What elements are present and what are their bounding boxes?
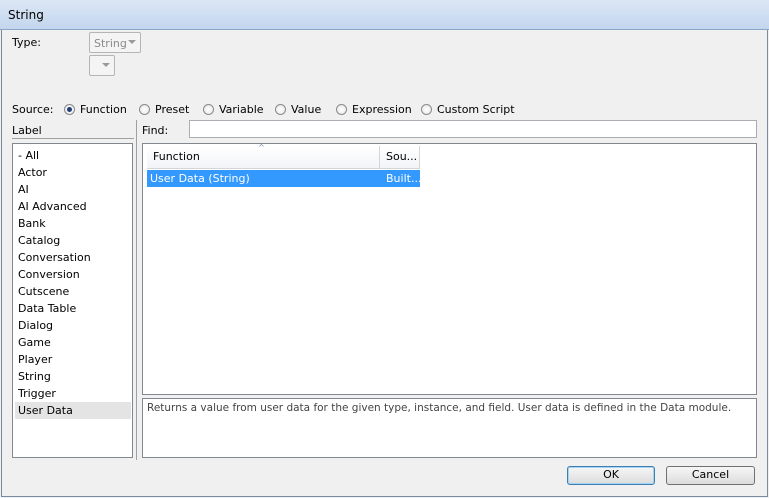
radio-value-button[interactable] [275, 104, 286, 115]
description-text: Returns a value from user data for the g… [147, 402, 732, 414]
list-item[interactable]: Game [18, 334, 51, 351]
find-input[interactable] [189, 120, 757, 138]
source-label: Source: [12, 103, 54, 116]
radio-value[interactable]: Value [275, 103, 335, 117]
list-item[interactable]: String [18, 368, 51, 385]
radio-expression[interactable]: Expression [336, 103, 416, 117]
radio-variable[interactable]: Variable [203, 103, 273, 117]
list-item[interactable]: Bank [18, 215, 46, 232]
table-row[interactable]: User Data (String) Built... [147, 170, 422, 187]
splitter[interactable] [136, 120, 137, 460]
title-bar: String [0, 0, 769, 30]
window-title: String [8, 8, 44, 22]
column-header-function-label: Function [153, 150, 200, 163]
radio-preset[interactable]: Preset [139, 103, 199, 117]
cancel-button[interactable]: Cancel [666, 466, 755, 485]
radio-function[interactable]: Function [64, 103, 134, 117]
sort-ascending-icon: ^ [258, 143, 265, 152]
list-item[interactable]: Player [18, 351, 52, 368]
list-item[interactable]: Trigger [18, 385, 56, 402]
list-item[interactable]: Data Table [18, 300, 76, 317]
list-item[interactable]: Catalog [18, 232, 60, 249]
list-item[interactable]: AI Advanced [18, 198, 87, 215]
list-item[interactable]: - All [18, 147, 39, 164]
list-item[interactable]: Dialog [18, 317, 53, 334]
list-item[interactable]: Conversation [18, 249, 91, 266]
radio-expression-label: Expression [352, 103, 412, 116]
label-list: - All Actor AI AI Advanced Bank Catalog … [12, 143, 133, 458]
function-table: Function ^ Sou... User Data (String) Bui… [142, 143, 757, 395]
type-dropdown[interactable]: String [89, 32, 141, 53]
chevron-down-icon [128, 40, 136, 44]
radio-custom-script[interactable]: Custom Script [421, 103, 516, 117]
row-source-cell: Built... [386, 172, 422, 185]
label-panel-header: Label [12, 124, 42, 137]
type-dropdown-value: String [94, 37, 127, 50]
radio-preset-button[interactable] [139, 104, 150, 115]
list-item-selected[interactable]: User Data [15, 402, 131, 419]
column-header-source-label: Sou... [386, 150, 418, 163]
radio-function-label: Function [80, 103, 127, 116]
radio-expression-button[interactable] [336, 104, 347, 115]
list-item[interactable]: Cutscene [18, 283, 69, 300]
row-function-cell: User Data (String) [150, 172, 250, 185]
column-header-function[interactable]: Function ^ [147, 143, 380, 169]
list-item[interactable]: AI [18, 181, 29, 198]
radio-variable-label: Variable [219, 103, 264, 116]
find-label: Find: [142, 124, 169, 137]
list-item[interactable]: Actor [18, 164, 47, 181]
radio-function-button[interactable] [64, 104, 75, 115]
ok-button[interactable]: OK [567, 466, 655, 485]
radio-custom-script-button[interactable] [421, 104, 432, 115]
chevron-down-icon [102, 63, 110, 67]
description-box: Returns a value from user data for the g… [142, 398, 757, 458]
list-item[interactable]: Conversion [18, 266, 80, 283]
column-header-source[interactable]: Sou... [380, 146, 420, 169]
type-label: Type: [12, 36, 41, 49]
radio-variable-button[interactable] [203, 104, 214, 115]
radio-preset-label: Preset [155, 103, 190, 116]
secondary-dropdown[interactable] [89, 55, 115, 76]
label-divider [12, 138, 134, 139]
radio-value-label: Value [291, 103, 322, 116]
radio-custom-script-label: Custom Script [437, 103, 515, 116]
